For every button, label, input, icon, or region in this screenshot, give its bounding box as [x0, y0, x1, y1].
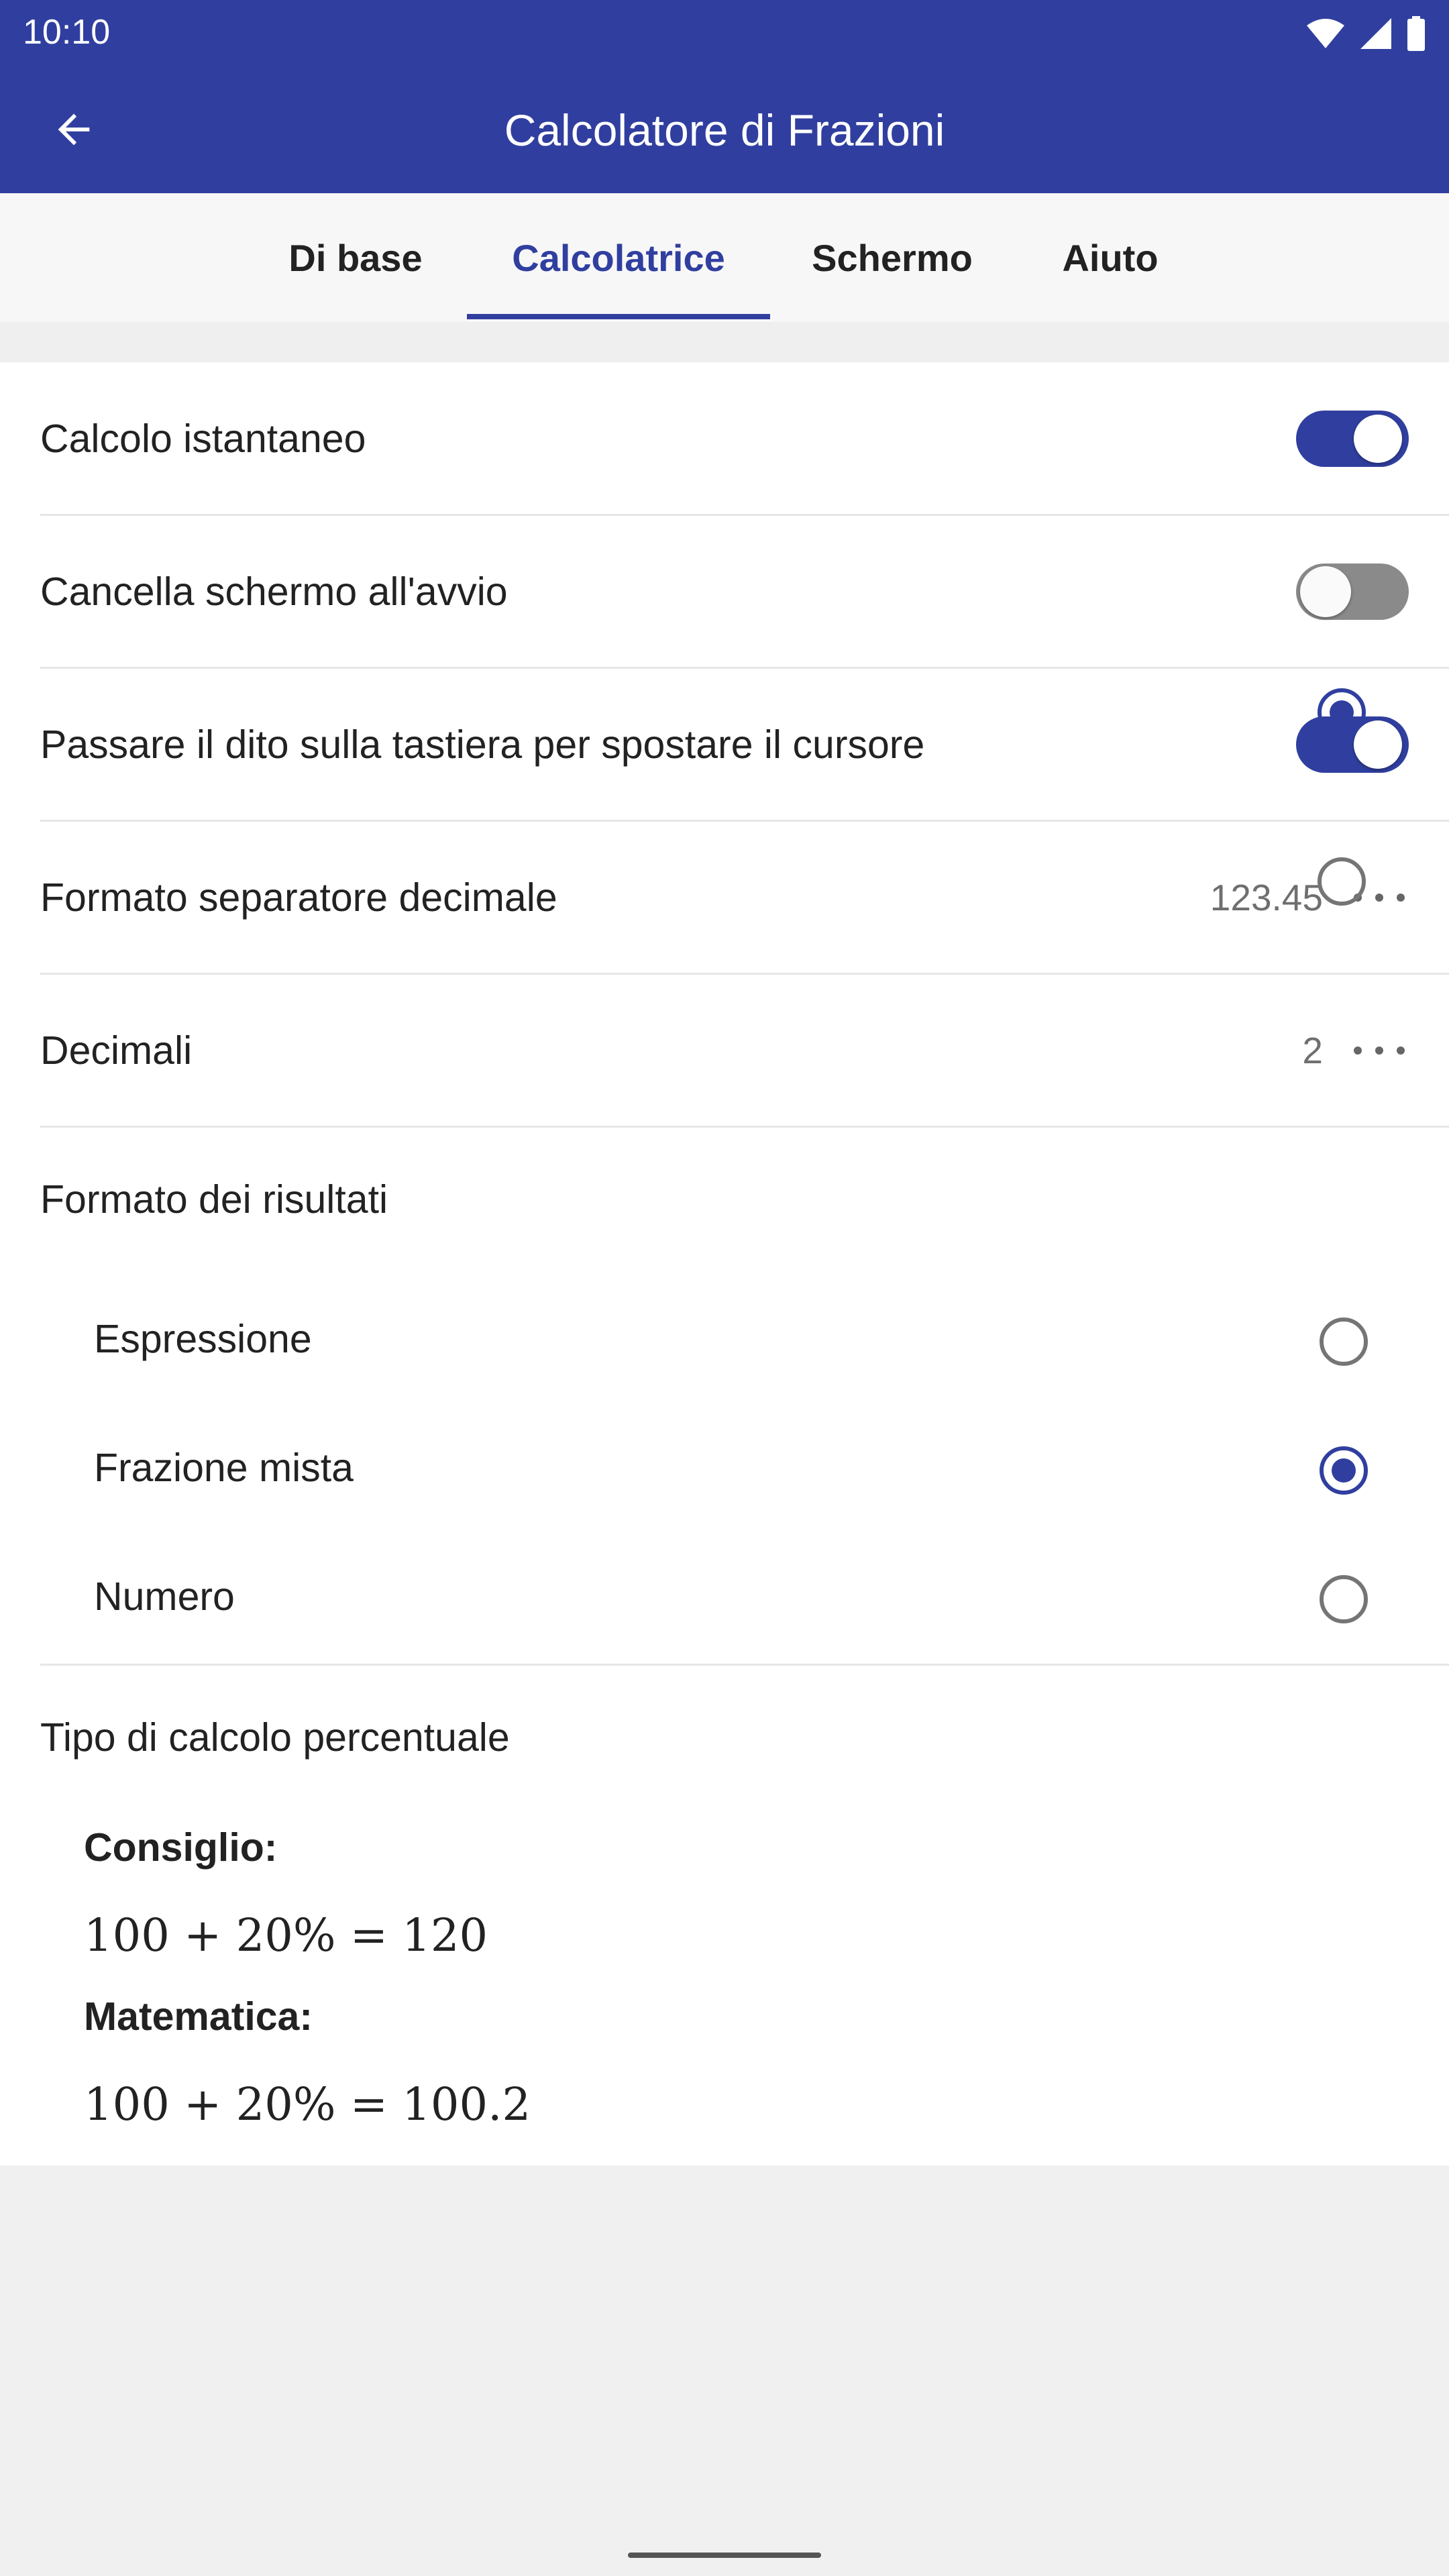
tab-bar: Di base Calcolatrice Schermo Aiuto [0, 193, 1449, 322]
tab-calcolatrice[interactable]: Calcolatrice [467, 193, 770, 322]
setting-label: Decimali [40, 1028, 193, 1073]
status-icons [1305, 15, 1426, 52]
radio-matematica[interactable] [1318, 857, 1366, 906]
setting-label: Cancella schermo all'avvio [40, 570, 508, 614]
active-tab-indicator [467, 314, 770, 319]
setting-label: Formato separatore decimale [40, 875, 557, 920]
option-label-matematica: Matematica: [84, 1994, 313, 2039]
setting-label: Passare il dito sulla tastiera per spost… [40, 722, 925, 767]
navigation-handle[interactable] [628, 2553, 821, 2558]
radio-consiglio[interactable] [1318, 688, 1366, 737]
setting-decimals[interactable]: Decimali 2 [0, 974, 1449, 1127]
wifi-icon [1307, 19, 1344, 48]
tab-bar-separator [0, 322, 1449, 362]
tab-di-base[interactable]: Di base [268, 193, 443, 322]
result-format-title: Formato dei risultati [40, 1177, 388, 1222]
more-horiz-icon[interactable] [1351, 1030, 1407, 1071]
setting-label: Calcolo istantaneo [40, 417, 366, 461]
radio-espressione[interactable] [1320, 1318, 1368, 1366]
battery-icon [1407, 16, 1425, 51]
divider [40, 1126, 1449, 1128]
settings-panel: Calcolo istantaneo Cancella schermo all'… [0, 362, 1449, 2165]
tab-aiuto[interactable]: Aiuto [1040, 193, 1181, 322]
status-time: 10:10 [23, 13, 111, 52]
divider [40, 1664, 1449, 1666]
signal-icon [1360, 18, 1391, 49]
radio-label-numero[interactable]: Numero [94, 1574, 235, 1619]
instant-calc-toggle[interactable] [1296, 408, 1409, 470]
setting-instant-calc[interactable]: Calcolo istantaneo [0, 362, 1449, 515]
decimal-separator-value: 123.45 [1210, 877, 1323, 918]
setting-swipe-cursor[interactable]: Passare il dito sulla tastiera per spost… [0, 668, 1449, 821]
option-label-consiglio: Consiglio: [84, 1825, 278, 1870]
setting-clear-on-start[interactable]: Cancella schermo all'avvio [0, 515, 1449, 668]
percent-calc-title: Tipo di calcolo percentuale [40, 1715, 510, 1760]
clear-on-start-toggle[interactable] [1296, 561, 1409, 623]
app-bar: Calcolatore di Frazioni [0, 66, 1449, 193]
radio-label-espressione[interactable]: Espressione [94, 1316, 312, 1362]
app-title: Calcolatore di Frazioni [504, 105, 945, 155]
formula-matematica: 100 + 20% = 100.2 [84, 2078, 531, 2131]
tab-schermo[interactable]: Schermo [792, 193, 993, 322]
status-bar: 10:10 [0, 0, 1449, 66]
radio-label-frazione-mista[interactable]: Frazione mista [94, 1445, 354, 1491]
setting-decimal-separator[interactable]: Formato separatore decimale 123.45 [0, 821, 1449, 974]
decimals-value: 2 [1302, 1030, 1323, 1071]
radio-numero[interactable] [1320, 1575, 1368, 1623]
radio-frazione-mista[interactable] [1320, 1446, 1368, 1495]
formula-consiglio: 100 + 20% = 120 [84, 1909, 488, 1962]
